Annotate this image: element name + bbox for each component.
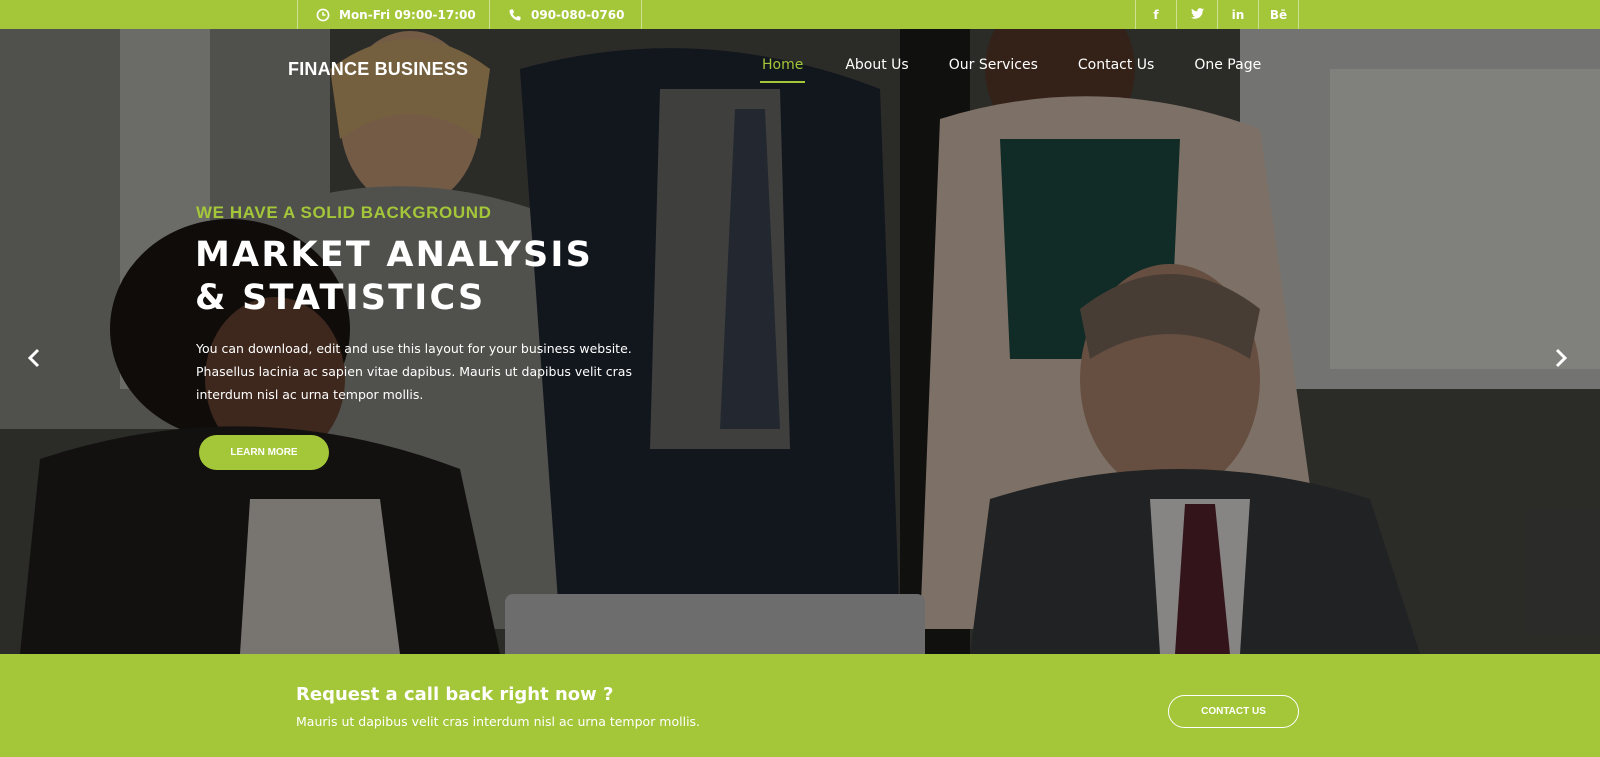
chevron-right-icon: [1555, 348, 1568, 368]
hero-headline-line: MARKET ANALYSIS: [195, 235, 594, 275]
phone-icon: [508, 8, 522, 22]
hero-headline-line: & STATISTICS: [195, 278, 486, 318]
nav-item-about-us[interactable]: About Us: [845, 57, 908, 83]
hero-headline: MARKET ANALYSIS & STATISTICS: [195, 234, 593, 320]
hero-description-line: interdum nisl ac urna tempor mollis.: [196, 387, 424, 402]
nav-item-contact-us[interactable]: Contact Us: [1078, 57, 1154, 83]
social-links: f in Bē: [1135, 0, 1299, 29]
nav-item-our-services[interactable]: Our Services: [949, 57, 1038, 83]
office-hours-text: Mon-Fri 09:00-17:00: [339, 7, 476, 22]
phone-number-text: 090-080-0760: [531, 7, 625, 22]
behance-link[interactable]: Bē: [1258, 0, 1299, 29]
hero-description: You can download, edit and use this layo…: [196, 337, 696, 406]
hero-description-line: You can download, edit and use this layo…: [196, 341, 632, 356]
facebook-link[interactable]: f: [1135, 0, 1176, 29]
twitter-icon: [1190, 7, 1204, 22]
chevron-left-icon: [27, 348, 40, 368]
learn-more-button[interactable]: LEARN MORE: [199, 435, 329, 470]
contact-us-button[interactable]: CONTACT US: [1168, 695, 1299, 728]
linkedin-link[interactable]: in: [1217, 0, 1258, 29]
slider-next-button[interactable]: [1550, 347, 1572, 369]
top-info-bar: Mon-Fri 09:00-17:00 090-080-0760 f in Bē: [0, 0, 1600, 29]
phone-number[interactable]: 090-080-0760: [489, 0, 642, 29]
hero-eyebrow: WE HAVE A SOLID BACKGROUND: [196, 203, 492, 222]
callback-subtitle: Mauris ut dapibus velit cras interdum ni…: [296, 714, 701, 729]
nav-item-home[interactable]: Home: [760, 57, 806, 83]
hero-description-line: Phasellus lacinia ac sapien vitae dapibu…: [196, 364, 632, 379]
callback-title: Request a call back right now ?: [296, 684, 614, 705]
behance-icon: Bē: [1269, 7, 1288, 22]
linkedin-icon: in: [1231, 7, 1245, 22]
office-hours: Mon-Fri 09:00-17:00: [297, 0, 489, 29]
slider-prev-button[interactable]: [23, 347, 45, 369]
nav-item-one-page[interactable]: One Page: [1194, 57, 1261, 83]
facebook-icon: f: [1153, 7, 1159, 22]
main-nav: Home About Us Our Services Contact Us On…: [760, 57, 1301, 83]
hero-slider: FINANCE BUSINESS Home About Us Our Servi…: [0, 29, 1600, 654]
site-logo[interactable]: FINANCE BUSINESS: [288, 59, 468, 80]
twitter-link[interactable]: [1176, 0, 1217, 29]
callback-banner: Request a call back right now ? Mauris u…: [0, 654, 1600, 757]
clock-icon: [316, 8, 330, 22]
